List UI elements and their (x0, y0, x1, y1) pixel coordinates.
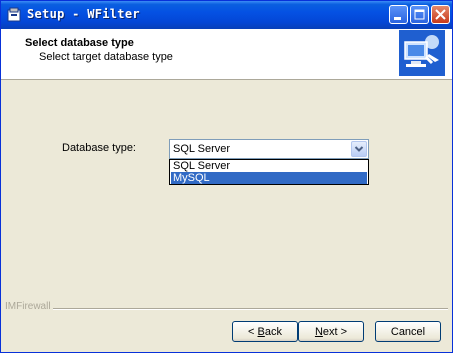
database-type-select[interactable]: SQL Server (169, 139, 369, 159)
page-title: Select database type (25, 37, 134, 49)
close-icon (435, 9, 446, 20)
setup-computer-icon (399, 30, 445, 76)
back-button[interactable]: < Back (232, 321, 298, 342)
next-accelerator: N (314, 325, 323, 338)
page-subtitle: Select target database type (39, 51, 173, 63)
brand-label: IMFirewall (5, 301, 51, 312)
footer-divider (53, 308, 448, 310)
back-arrow-label: < (248, 325, 258, 338)
minimize-button[interactable] (389, 5, 408, 24)
database-type-label: Database type: (62, 142, 136, 154)
maximize-button[interactable] (410, 5, 429, 24)
setup-app-icon (7, 7, 21, 22)
dropdown-toggle-button[interactable] (351, 141, 367, 157)
database-type-dropdown: SQL Server MySQL (169, 159, 369, 185)
setup-window: Setup - WFilter Select database type Sel… (0, 0, 453, 353)
wizard-header: Select database type Select target datab… (1, 29, 452, 80)
close-window-button[interactable] (431, 5, 450, 24)
database-type-value: SQL Server (173, 143, 231, 155)
cancel-button[interactable]: Cancel (375, 321, 441, 342)
minimize-icon (394, 17, 401, 20)
cancel-label: Cancel (390, 325, 426, 338)
title-bar[interactable]: Setup - WFilter (1, 1, 452, 29)
option-mysql[interactable]: MySQL (171, 172, 367, 184)
option-sql-server[interactable]: SQL Server (171, 160, 367, 172)
next-label: ext > (322, 325, 348, 338)
next-button[interactable]: Next > (298, 321, 364, 342)
window-title: Setup - WFilter (27, 7, 140, 21)
back-label: ack (264, 325, 282, 338)
back-accelerator: B (257, 325, 265, 338)
maximize-icon (414, 9, 425, 20)
chevron-down-icon (354, 146, 364, 152)
